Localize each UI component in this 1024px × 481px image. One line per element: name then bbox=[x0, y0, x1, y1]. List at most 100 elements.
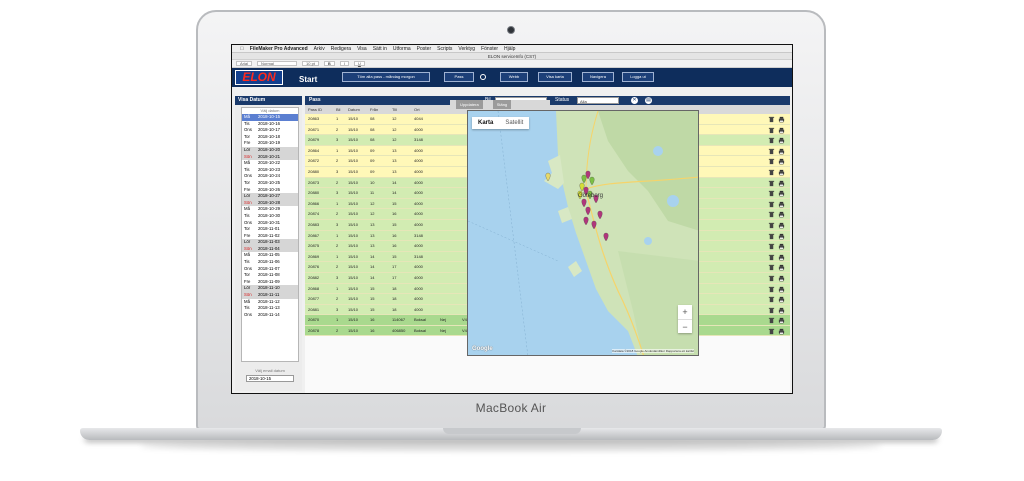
tab-map[interactable]: Karta bbox=[472, 117, 499, 129]
column-header[interactable]: Till bbox=[389, 105, 411, 114]
print-icon[interactable]: ▤ bbox=[645, 97, 652, 104]
trash-icon[interactable] bbox=[768, 307, 775, 314]
date-row[interactable]: Ons 2018-10-17 bbox=[242, 127, 298, 134]
print-icon[interactable] bbox=[778, 158, 785, 165]
date-row[interactable]: Tor 2018-11-08 bbox=[242, 272, 298, 279]
date-row[interactable]: Fre 2018-10-19 bbox=[242, 140, 298, 147]
date-row[interactable]: Sön 2018-11-11 bbox=[242, 292, 298, 299]
date-row[interactable]: Må 2018-10-29 bbox=[242, 206, 298, 213]
trash-icon[interactable] bbox=[768, 254, 775, 261]
column-header[interactable]: Bil bbox=[333, 105, 345, 114]
navigate-button[interactable]: Navigera bbox=[582, 72, 614, 82]
refresh-map-button[interactable]: Uppdatera bbox=[456, 100, 483, 109]
status-select[interactable]: Alla bbox=[577, 97, 619, 104]
trash-icon[interactable] bbox=[768, 211, 775, 218]
trash-icon[interactable] bbox=[768, 286, 775, 293]
map-view[interactable]: Göteborg Karta Satellit + − Google Kartd… bbox=[467, 110, 699, 356]
mac-menu-item[interactable]: Sätt in bbox=[373, 46, 387, 52]
font-select[interactable]: Arial bbox=[236, 61, 253, 66]
date-row[interactable]: Lör 2018-11-03 bbox=[242, 239, 298, 246]
mac-menu-item[interactable]: Visa bbox=[357, 46, 367, 52]
date-row[interactable]: Må 2018-11-12 bbox=[242, 299, 298, 306]
print-icon[interactable] bbox=[778, 180, 785, 187]
date-row[interactable]: Tis 2018-10-23 bbox=[242, 167, 298, 174]
date-row[interactable]: Tor 2018-10-25 bbox=[242, 180, 298, 187]
trash-icon[interactable] bbox=[768, 243, 775, 250]
clear-filter-icon[interactable]: ✕ bbox=[631, 97, 638, 104]
trash-icon[interactable] bbox=[768, 137, 775, 144]
show-map-button[interactable]: Visa karta bbox=[538, 72, 572, 82]
column-header[interactable]: Datum bbox=[345, 105, 367, 114]
trash-icon[interactable] bbox=[768, 275, 775, 282]
date-row[interactable]: Ons 2018-10-24 bbox=[242, 173, 298, 180]
mac-menu-item[interactable]: Poster bbox=[417, 46, 431, 52]
print-icon[interactable] bbox=[778, 243, 785, 250]
date-row[interactable]: Fre 2018-11-09 bbox=[242, 279, 298, 286]
print-icon[interactable] bbox=[778, 127, 785, 134]
print-icon[interactable] bbox=[778, 328, 785, 335]
date-row[interactable]: Ons 2018-11-07 bbox=[242, 266, 298, 273]
column-header[interactable]: Ort bbox=[411, 105, 437, 114]
column-header[interactable]: Pass ID bbox=[305, 105, 333, 114]
date-row[interactable]: Tis 2018-11-13 bbox=[242, 305, 298, 312]
date-row[interactable]: Tor 2018-11-01 bbox=[242, 226, 298, 233]
print-icon[interactable] bbox=[778, 317, 785, 324]
trash-icon[interactable] bbox=[768, 317, 775, 324]
map-canvas[interactable]: Göteborg bbox=[468, 111, 699, 356]
mac-menu-item[interactable]: FileMaker Pro Advanced bbox=[250, 46, 308, 52]
date-row[interactable]: Lör 2018-10-20 bbox=[242, 146, 298, 154]
date-row[interactable]: Tor 2018-10-18 bbox=[242, 134, 298, 141]
mac-menu-item[interactable]: Arkiv bbox=[314, 46, 325, 52]
trash-icon[interactable] bbox=[768, 264, 775, 271]
print-icon[interactable] bbox=[778, 296, 785, 303]
trash-icon[interactable] bbox=[768, 233, 775, 240]
trash-icon[interactable] bbox=[768, 296, 775, 303]
trash-icon[interactable] bbox=[768, 158, 775, 165]
size-select[interactable]: 10 pt bbox=[302, 61, 319, 66]
trash-icon[interactable] bbox=[768, 328, 775, 335]
print-icon[interactable] bbox=[778, 254, 785, 261]
date-row[interactable]: Sön 2018-10-21 bbox=[242, 153, 298, 161]
web-button[interactable]: Webb bbox=[500, 72, 528, 82]
date-row[interactable]: Lör 2018-11-10 bbox=[242, 285, 298, 293]
mac-menu-item[interactable]: Hjälp bbox=[504, 46, 515, 52]
print-icon[interactable] bbox=[778, 148, 785, 155]
date-row[interactable]: Ons 2018-10-31 bbox=[242, 220, 298, 227]
date-row[interactable]: Tis 2018-10-30 bbox=[242, 213, 298, 220]
italic-icon[interactable]: I bbox=[339, 61, 349, 66]
settings-icon[interactable] bbox=[480, 74, 486, 80]
logout-button[interactable]: Logga ut bbox=[622, 72, 654, 82]
date-row[interactable]: Fre 2018-11-02 bbox=[242, 233, 298, 240]
trash-icon[interactable] bbox=[768, 127, 775, 134]
close-map-button[interactable]: Stäng bbox=[492, 100, 512, 109]
print-icon[interactable] bbox=[778, 116, 785, 123]
date-row[interactable]: Sön 2018-10-28 bbox=[242, 199, 298, 207]
tab-satellite[interactable]: Satellit bbox=[499, 117, 529, 129]
print-icon[interactable] bbox=[778, 264, 785, 271]
trash-icon[interactable] bbox=[768, 180, 775, 187]
trash-icon[interactable] bbox=[768, 190, 775, 197]
print-icon[interactable] bbox=[778, 286, 785, 293]
date-row[interactable]: Sön 2018-11-04 bbox=[242, 245, 298, 253]
trash-icon[interactable] bbox=[768, 169, 775, 176]
print-icon[interactable] bbox=[778, 275, 785, 282]
zoom-out-button[interactable]: − bbox=[678, 319, 692, 333]
bold-icon[interactable]: B bbox=[323, 61, 335, 66]
date-row[interactable]: Lör 2018-10-27 bbox=[242, 193, 298, 200]
print-icon[interactable] bbox=[778, 307, 785, 314]
pass-button[interactable]: Pass bbox=[444, 72, 474, 82]
print-icon[interactable] bbox=[778, 201, 785, 208]
mac-menu-item[interactable]: Utforma bbox=[393, 46, 411, 52]
column-header[interactable]: Från bbox=[367, 105, 389, 114]
email-date-input[interactable]: 2018-10-15 bbox=[246, 375, 294, 382]
trash-icon[interactable] bbox=[768, 201, 775, 208]
date-row[interactable]: Fre 2018-10-26 bbox=[242, 187, 298, 194]
underline-icon[interactable]: U bbox=[353, 61, 365, 66]
print-icon[interactable] bbox=[778, 233, 785, 240]
date-row[interactable]: Må 2018-10-15 bbox=[242, 114, 298, 121]
print-icon[interactable] bbox=[778, 211, 785, 218]
date-row[interactable]: Tis 2018-11-06 bbox=[242, 259, 298, 266]
print-icon[interactable] bbox=[778, 169, 785, 176]
date-row[interactable]: Ons 2018-11-14 bbox=[242, 312, 298, 319]
date-row[interactable]: Må 2018-11-05 bbox=[242, 252, 298, 259]
